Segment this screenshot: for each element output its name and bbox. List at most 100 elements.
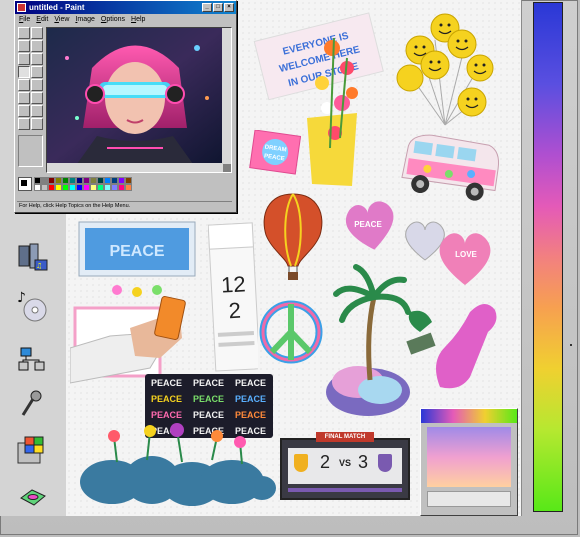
close-button[interactable]: × bbox=[224, 3, 234, 12]
swatch[interactable] bbox=[55, 177, 62, 184]
select-tool[interactable] bbox=[31, 27, 43, 39]
music-cd-icon[interactable]: ♪ bbox=[15, 288, 49, 322]
gradient-marker bbox=[570, 344, 572, 346]
swatch[interactable] bbox=[125, 177, 132, 184]
menu-image[interactable]: Image bbox=[75, 14, 94, 25]
brush-tool[interactable] bbox=[31, 66, 43, 78]
ellipse-tool[interactable] bbox=[18, 118, 30, 130]
paint-window[interactable]: untitled - Paint _ □ × File Edit View Im… bbox=[14, 0, 237, 213]
pencil-tool[interactable] bbox=[18, 66, 30, 78]
free-select-tool[interactable] bbox=[18, 27, 30, 39]
swatch[interactable] bbox=[48, 184, 55, 191]
versus-label: VS bbox=[338, 458, 351, 468]
swatch[interactable] bbox=[62, 177, 69, 184]
paint-app-icon bbox=[17, 3, 26, 12]
home-score: 2 bbox=[320, 452, 331, 472]
swatch[interactable] bbox=[55, 184, 62, 191]
maximize-button[interactable]: □ bbox=[213, 3, 223, 12]
svg-text:PEACE: PEACE bbox=[151, 410, 182, 420]
svg-text:PEACE: PEACE bbox=[193, 410, 224, 420]
cyberpunk-girl-image[interactable] bbox=[47, 28, 223, 164]
media-player-icon[interactable]: ♫ bbox=[15, 240, 49, 274]
swatch[interactable] bbox=[34, 177, 41, 184]
paint-menubar: File Edit View Image Options Help bbox=[15, 14, 236, 25]
swatch[interactable] bbox=[69, 177, 76, 184]
menu-file[interactable]: File bbox=[19, 14, 30, 25]
svg-text:♫: ♫ bbox=[36, 262, 42, 270]
svg-text:♪: ♪ bbox=[17, 290, 26, 306]
swatch[interactable] bbox=[104, 184, 111, 191]
calendar-sticker[interactable]: 12 2 bbox=[208, 222, 258, 372]
svg-text:PEACE: PEACE bbox=[235, 410, 266, 420]
peace-sign-sticker[interactable] bbox=[257, 294, 325, 374]
swatch[interactable] bbox=[76, 177, 83, 184]
swatch[interactable] bbox=[76, 184, 83, 191]
color-palette bbox=[18, 177, 158, 191]
swatch[interactable] bbox=[83, 184, 90, 191]
swatch[interactable] bbox=[34, 184, 41, 191]
swatch[interactable] bbox=[111, 177, 118, 184]
color-gradient-bar[interactable] bbox=[533, 2, 563, 512]
swatch[interactable] bbox=[69, 184, 76, 191]
rectangle-tool[interactable] bbox=[18, 105, 30, 117]
tool-options-box[interactable] bbox=[18, 135, 43, 167]
paint-titlebar[interactable]: untitled - Paint _ □ × bbox=[15, 1, 236, 14]
horizontal-scrollbar[interactable] bbox=[47, 163, 223, 172]
dream-peace-card[interactable]: DREAM PEACE bbox=[249, 130, 301, 176]
minimize-button[interactable]: _ bbox=[202, 3, 212, 12]
line-tool[interactable] bbox=[18, 92, 30, 104]
swatch[interactable] bbox=[118, 184, 125, 191]
swatch[interactable] bbox=[90, 177, 97, 184]
windows-setup-icon[interactable] bbox=[15, 434, 49, 468]
svg-text:PEACE: PEACE bbox=[151, 378, 182, 388]
paint-statusbar: For Help, click Help Topics on the Help … bbox=[17, 201, 232, 210]
away-team-badge bbox=[378, 454, 392, 472]
palette-swatches bbox=[34, 177, 132, 191]
calendar-day: 2 bbox=[228, 298, 242, 324]
microphone-icon[interactable] bbox=[15, 387, 49, 421]
heart-love-text: LOVE bbox=[455, 250, 477, 259]
swatch[interactable] bbox=[118, 177, 125, 184]
eraser-tool[interactable] bbox=[18, 40, 30, 52]
swatch[interactable] bbox=[41, 184, 48, 191]
text-tool[interactable] bbox=[31, 79, 43, 91]
paint-window-title: untitled - Paint bbox=[29, 3, 85, 12]
heart-peace-text: PEACE bbox=[354, 220, 382, 229]
svg-text:PEACE: PEACE bbox=[193, 378, 224, 388]
svg-text:PEACE: PEACE bbox=[151, 394, 182, 404]
disk-icon[interactable] bbox=[15, 478, 49, 512]
pick-color-tool[interactable] bbox=[18, 53, 30, 65]
swatch[interactable] bbox=[97, 177, 104, 184]
swatch[interactable] bbox=[48, 177, 55, 184]
peace-screen-text: PEACE bbox=[109, 243, 164, 260]
vertical-scrollbar[interactable] bbox=[222, 28, 231, 164]
pink-creature-sticker[interactable] bbox=[400, 292, 510, 402]
swatch[interactable] bbox=[62, 184, 69, 191]
network-icon[interactable] bbox=[15, 342, 49, 376]
airbrush-tool[interactable] bbox=[18, 79, 30, 91]
curve-tool[interactable] bbox=[31, 92, 43, 104]
magnifier-tool[interactable] bbox=[31, 53, 43, 65]
calendar-month: 12 bbox=[220, 271, 246, 297]
polygon-tool[interactable] bbox=[31, 105, 43, 117]
home-team-badge bbox=[294, 454, 308, 472]
paint-image-area[interactable] bbox=[46, 27, 232, 173]
swatch[interactable] bbox=[90, 184, 97, 191]
swatch[interactable] bbox=[41, 177, 48, 184]
flower-clouds-sticker[interactable] bbox=[72, 422, 277, 514]
menu-view[interactable]: View bbox=[54, 14, 69, 25]
smiley-balloons-sticker[interactable] bbox=[390, 10, 500, 130]
swatch[interactable] bbox=[125, 184, 132, 191]
menu-help[interactable]: Help bbox=[131, 14, 145, 25]
scoreboard-sticker[interactable]: FINAL MATCH 2 VS 3 bbox=[280, 432, 410, 506]
swatch[interactable] bbox=[111, 184, 118, 191]
swatch[interactable] bbox=[83, 177, 90, 184]
swatch[interactable] bbox=[97, 184, 104, 191]
current-colors[interactable] bbox=[18, 177, 32, 191]
fill-tool[interactable] bbox=[31, 40, 43, 52]
swatch[interactable] bbox=[104, 177, 111, 184]
menu-options[interactable]: Options bbox=[101, 14, 125, 25]
menu-edit[interactable]: Edit bbox=[36, 14, 48, 25]
retro-window-sticker[interactable] bbox=[420, 408, 518, 516]
rounded-rect-tool[interactable] bbox=[31, 118, 43, 130]
